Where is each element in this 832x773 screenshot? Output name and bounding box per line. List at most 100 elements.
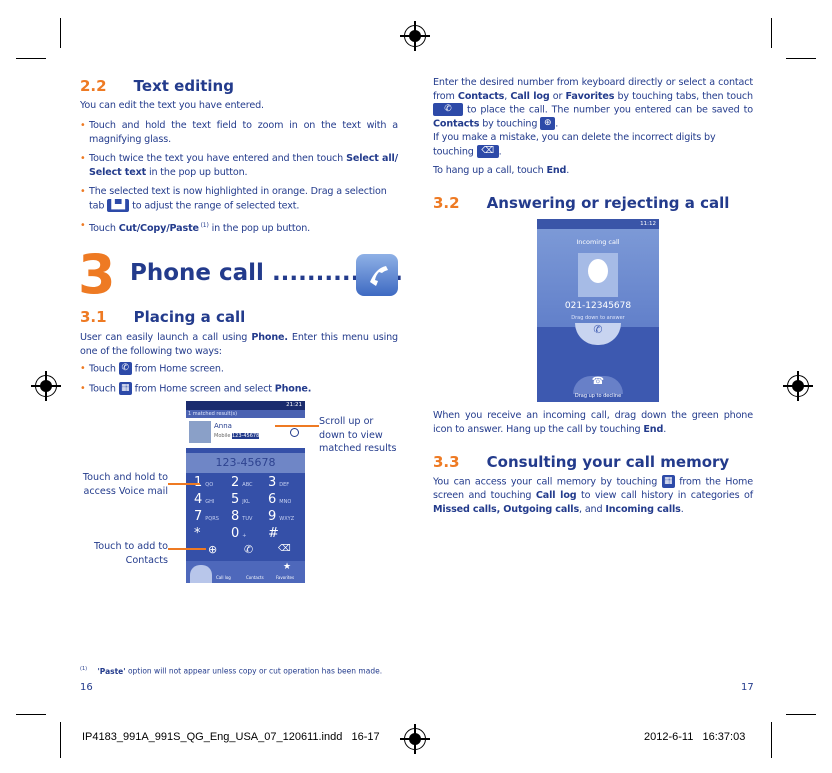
intro-text: You can edit the text you have entered. (80, 100, 264, 111)
matched-results-label: 1 matched result(s) (186, 410, 305, 418)
tab-contacts[interactable]: Contacts (246, 575, 264, 580)
status-time: 21:21 (186, 401, 305, 410)
footnote-text: option will not appear unless copy or cu… (125, 666, 383, 676)
text-run: End (643, 423, 664, 435)
bullet-item: Touch Cut/Copy/Paste (1) in the pop up b… (80, 219, 398, 236)
crop-mark (60, 18, 61, 48)
contact-avatar (189, 421, 211, 443)
key-digit: 3 (268, 475, 277, 490)
footnote-marker: (1) (80, 666, 88, 672)
avatar-silhouette (588, 259, 608, 283)
section-title: Answering or rejecting a call (486, 194, 730, 212)
key-letters: JKL (242, 499, 250, 505)
text-run: Missed calls, Outgoing calls (433, 503, 580, 515)
page-number-left: 16 (80, 682, 93, 693)
dial-key[interactable]: # (268, 526, 282, 541)
tab-favorites[interactable]: Favorites (276, 575, 294, 580)
text-editing-bullets: Touch and hold the text field to zoom in… (80, 119, 398, 235)
hang-up-paragraph: To hang up a call, touch End. (433, 164, 753, 178)
text-run: User can easily launch a call using (80, 332, 252, 343)
text-run: You can access your call memory by touch… (433, 476, 662, 488)
bullet-item: Touch ▦ from Home screen and select Phon… (80, 382, 398, 396)
dial-key[interactable]: 2 ABC (231, 475, 253, 490)
key-letters: MNO (279, 499, 292, 505)
text-run: Contacts (433, 118, 480, 130)
section-3-3-heading: 3.3 Consulting your call memory (433, 452, 763, 471)
dial-key[interactable]: 7 PQRS (194, 509, 219, 524)
add-icon: ⊕ (540, 117, 556, 130)
section-2-2-heading: 2.2 Text editing (80, 76, 400, 95)
text-run: Touch (89, 222, 119, 234)
dial-key[interactable]: 9 WXYZ (268, 509, 294, 524)
dial-key[interactable]: 4 GHI (194, 492, 214, 507)
phone-icon: ✆ (118, 362, 132, 375)
text-run: in the pop up button. (208, 222, 311, 234)
bullet-item: The selected text is now highlighted in … (80, 185, 398, 213)
key-letters: DEF (279, 482, 290, 488)
text-run: by touching tabs, then touch (614, 90, 753, 102)
text-run: from Home screen. (131, 363, 224, 375)
text-run: to place the call. The number you entere… (463, 104, 753, 116)
text-run: in the pop up button. (146, 166, 248, 178)
section-title: Placing a call (133, 308, 246, 326)
text-run: End (546, 165, 567, 176)
key-digit: 4 (194, 492, 203, 507)
dialer-screenshot: 21:21 1 matched result(s) Anna Mobile 12… (186, 401, 305, 583)
footnote: (1) 'Paste' option will not appear unles… (80, 666, 382, 676)
dial-key[interactable]: 5 JKL (231, 492, 250, 507)
status-time: 11:12 (537, 219, 659, 229)
call-icon[interactable]: ✆ (244, 543, 253, 556)
key-digit: 5 (231, 492, 240, 507)
bullet-item: Touch and hold the text field to zoom in… (80, 119, 398, 146)
decline-handle-icon[interactable]: ☎ (573, 376, 623, 394)
dialed-number-display: 123-45678 (186, 453, 305, 473)
text-run: to view call history in categories of (576, 490, 753, 501)
section-3-1-heading: 3.1 Placing a call (80, 307, 400, 326)
crop-mark (771, 722, 772, 758)
matched-contact-row[interactable]: Anna Mobile 123-45678 (186, 418, 305, 448)
delete-digits-paragraph: If you make a mistake, you can delete th… (433, 131, 753, 159)
contact-number: 123-45678 (232, 433, 260, 439)
key-digit: 9 (268, 509, 277, 524)
apps-icon: ▦ (661, 475, 675, 488)
key-letters: GHI (205, 499, 215, 505)
section-number: 3.2 (433, 194, 460, 212)
dial-key[interactable]: * (194, 526, 204, 541)
text-run: Touch twice the text you have entered an… (89, 153, 347, 164)
crop-mark (60, 722, 61, 758)
tab-call-log[interactable]: Call log (216, 575, 231, 580)
bullet-item: Touch ✆ from Home screen. (80, 362, 398, 376)
add-contact-icon[interactable]: ⊕ (208, 543, 217, 556)
text-run: Incoming calls (605, 503, 681, 515)
incoming-call-title: Incoming call (576, 238, 620, 246)
dial-key[interactable]: 8 TUV (231, 509, 252, 524)
key-digit: 0 (231, 526, 240, 541)
slug-datetime: 2012-6-11 16:37:03 (644, 731, 746, 743)
backspace-icon[interactable]: ⌫ (278, 544, 291, 554)
call-memory-paragraph: You can access your call memory by touch… (433, 475, 753, 516)
contact-arrow-icon[interactable] (290, 428, 299, 437)
decline-hint: Drag up to decline (574, 393, 622, 399)
key-digit: # (268, 526, 279, 541)
text-run: from Home screen and select (131, 383, 275, 395)
registration-mark-icon (31, 371, 61, 401)
crop-mark (786, 714, 816, 715)
registration-mark-icon (783, 371, 813, 401)
text-run: Call log (510, 90, 550, 102)
key-digit: 2 (231, 475, 240, 490)
text-run: Phone. (251, 332, 288, 343)
key-letters: PQRS (205, 516, 219, 522)
page-number-right: 17 (741, 682, 754, 693)
placing-intro: User can easily launch a call using Phon… (80, 331, 398, 358)
dial-key[interactable]: 0 + (231, 526, 246, 541)
text-run: When you receive an incoming call, drag … (433, 410, 753, 435)
placing-call-paragraph: Enter the desired number from keyboard d… (433, 76, 753, 131)
dial-key[interactable]: 3 DEF (268, 475, 289, 490)
dialer-tab[interactable] (190, 565, 212, 583)
dial-key[interactable]: 6 MNO (268, 492, 291, 507)
text-run: or (549, 90, 566, 102)
section-number: 3.1 (80, 308, 107, 326)
contact-detail: Mobile 123-45678 (214, 433, 260, 439)
star-icon: ★ (283, 562, 292, 572)
crop-mark (771, 18, 772, 48)
